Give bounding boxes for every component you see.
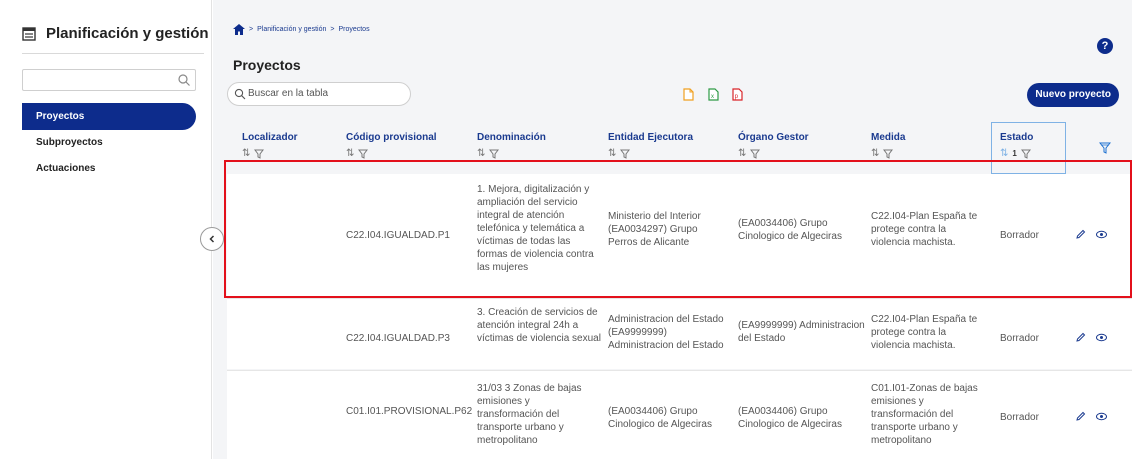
estado-column-focus (991, 122, 1066, 174)
cell-organo: (EA0034406) Grupo Cinologico de Algecira… (738, 218, 842, 242)
new-project-button[interactable]: Nuevo proyecto (1027, 83, 1119, 107)
help-icon[interactable]: ? (1097, 38, 1113, 54)
cell-estado: Borrador (1000, 412, 1039, 423)
breadcrumb-item-proyectos: Proyectos (338, 26, 370, 33)
column-header-entidad[interactable]: Entidad Ejecutora ⇅ (608, 132, 693, 159)
breadcrumb: > Planificación y gestión > Proyectos (233, 24, 370, 35)
sort-icon[interactable]: ⇅ (871, 148, 879, 159)
column-label: Localizador (242, 132, 298, 143)
svg-text:x: x (711, 94, 714, 100)
sidebar-menu: Proyectos Subproyectos Actuaciones (22, 103, 196, 182)
cell-estado: Borrador (1000, 230, 1039, 241)
cell-organo: (EA0034406) Grupo Cinologico de Algecira… (738, 406, 842, 430)
table-row[interactable]: C01.I01.PROVISIONAL.P62 31/03 3 Zonas de… (227, 370, 1132, 459)
table-search-input[interactable]: Buscar en la tabla (227, 82, 411, 106)
edit-icon[interactable] (1075, 332, 1086, 343)
main-content: > Planificación y gestión > Proyectos ? … (213, 0, 1132, 459)
column-header-codigo[interactable]: Código provisional ⇅ (346, 132, 437, 159)
breadcrumb-separator: > (249, 26, 254, 33)
cell-codigo: C22.I04.IGUALDAD.P1 (346, 230, 450, 241)
cell-codigo: C01.I01.PROVISIONAL.P62 (346, 406, 473, 417)
chevron-left-icon (209, 235, 215, 243)
column-label: Órgano Gestor (738, 132, 809, 143)
search-icon (178, 74, 190, 86)
home-icon[interactable] (233, 24, 245, 35)
cell-denominacion: 1. Mejora, digitalización y ampliación d… (477, 184, 594, 273)
filter-icon[interactable] (489, 149, 500, 159)
pdf-icon[interactable]: p (732, 88, 743, 101)
column-label: Medida (871, 132, 906, 143)
sort-icon[interactable]: ⇅ (608, 148, 616, 159)
cell-estado: Borrador (1000, 333, 1039, 344)
edit-icon[interactable] (1075, 229, 1086, 240)
table-search-placeholder: Buscar en la tabla (248, 88, 329, 99)
cell-codigo: C22.I04.IGUALDAD.P3 (346, 333, 450, 344)
cell-medida: C01.I01-Zonas de bajas emisiones y trans… (871, 383, 978, 446)
column-label: Código provisional (346, 132, 437, 143)
column-header-organo[interactable]: Órgano Gestor ⇅ (738, 132, 809, 159)
table-row[interactable]: C22.I04.IGUALDAD.P3 3. Creación de servi… (227, 298, 1132, 369)
collapse-sidebar-button[interactable] (200, 227, 224, 251)
sort-icon[interactable]: ⇅ (242, 148, 250, 159)
sidebar-item-actuaciones[interactable]: Actuaciones (22, 156, 196, 182)
file-icon[interactable] (683, 88, 694, 101)
sidebar-item-subproyectos[interactable]: Subproyectos (22, 130, 196, 156)
filter-icon[interactable] (750, 149, 761, 159)
sidebar-search-input[interactable] (22, 69, 196, 91)
view-icon[interactable] (1096, 411, 1107, 422)
sort-icon[interactable]: ⇅ (346, 148, 354, 159)
sidebar-title: Planificación y gestión (22, 25, 209, 42)
cell-medida: C22.I04-Plan España te protege contra la… (871, 211, 978, 248)
page-title: Proyectos (233, 57, 301, 73)
cell-entidad: Ministerio del Interior (EA0034297) Grup… (608, 211, 701, 248)
breadcrumb-separator: > (330, 26, 335, 33)
cell-entidad: (EA0034406) Grupo Cinologico de Algecira… (608, 406, 712, 430)
cell-entidad: Administracion del Estado (EA9999999) Ad… (608, 314, 724, 351)
filter-icon[interactable] (358, 149, 369, 159)
view-icon[interactable] (1096, 332, 1107, 343)
table-row[interactable]: C22.I04.IGUALDAD.P1 1. Mejora, digitaliz… (227, 174, 1132, 297)
filter-icon[interactable] (883, 149, 894, 159)
cell-medida: C22.I04-Plan España te protege contra la… (871, 314, 978, 351)
breadcrumb-item-planificacion[interactable]: Planificación y gestión (257, 26, 326, 33)
sort-icon[interactable]: ⇅ (738, 148, 746, 159)
sidebar-divider (22, 53, 204, 54)
document-stack-icon (22, 26, 36, 41)
cell-denominacion: 31/03 3 Zonas de bajas emisiones y trans… (477, 383, 582, 446)
search-icon (234, 88, 246, 100)
column-label: Entidad Ejecutora (608, 132, 694, 143)
sidebar-item-proyectos[interactable]: Proyectos (22, 103, 196, 130)
column-header-medida[interactable]: Medida ⇅ (871, 132, 905, 159)
column-label: Denominación (477, 132, 546, 143)
filter-icon[interactable] (254, 149, 265, 159)
view-icon[interactable] (1096, 229, 1107, 240)
sort-icon[interactable]: ⇅ (477, 148, 485, 159)
excel-icon[interactable]: x (708, 88, 719, 101)
column-header-denominacion[interactable]: Denominación ⇅ (477, 132, 546, 159)
column-header-localizador[interactable]: Localizador ⇅ (242, 132, 298, 159)
filter-icon[interactable] (620, 149, 631, 159)
edit-icon[interactable] (1075, 411, 1086, 422)
clear-filters-icon[interactable] (1099, 142, 1111, 154)
sidebar: Planificación y gestión Proyectos Subpro… (0, 0, 212, 459)
cell-denominacion: 3. Creación de servicios de atención int… (477, 307, 601, 344)
sidebar-title-text: Planificación y gestión (46, 25, 209, 42)
cell-organo: (EA9999999) Administracion del Estado (738, 320, 865, 344)
